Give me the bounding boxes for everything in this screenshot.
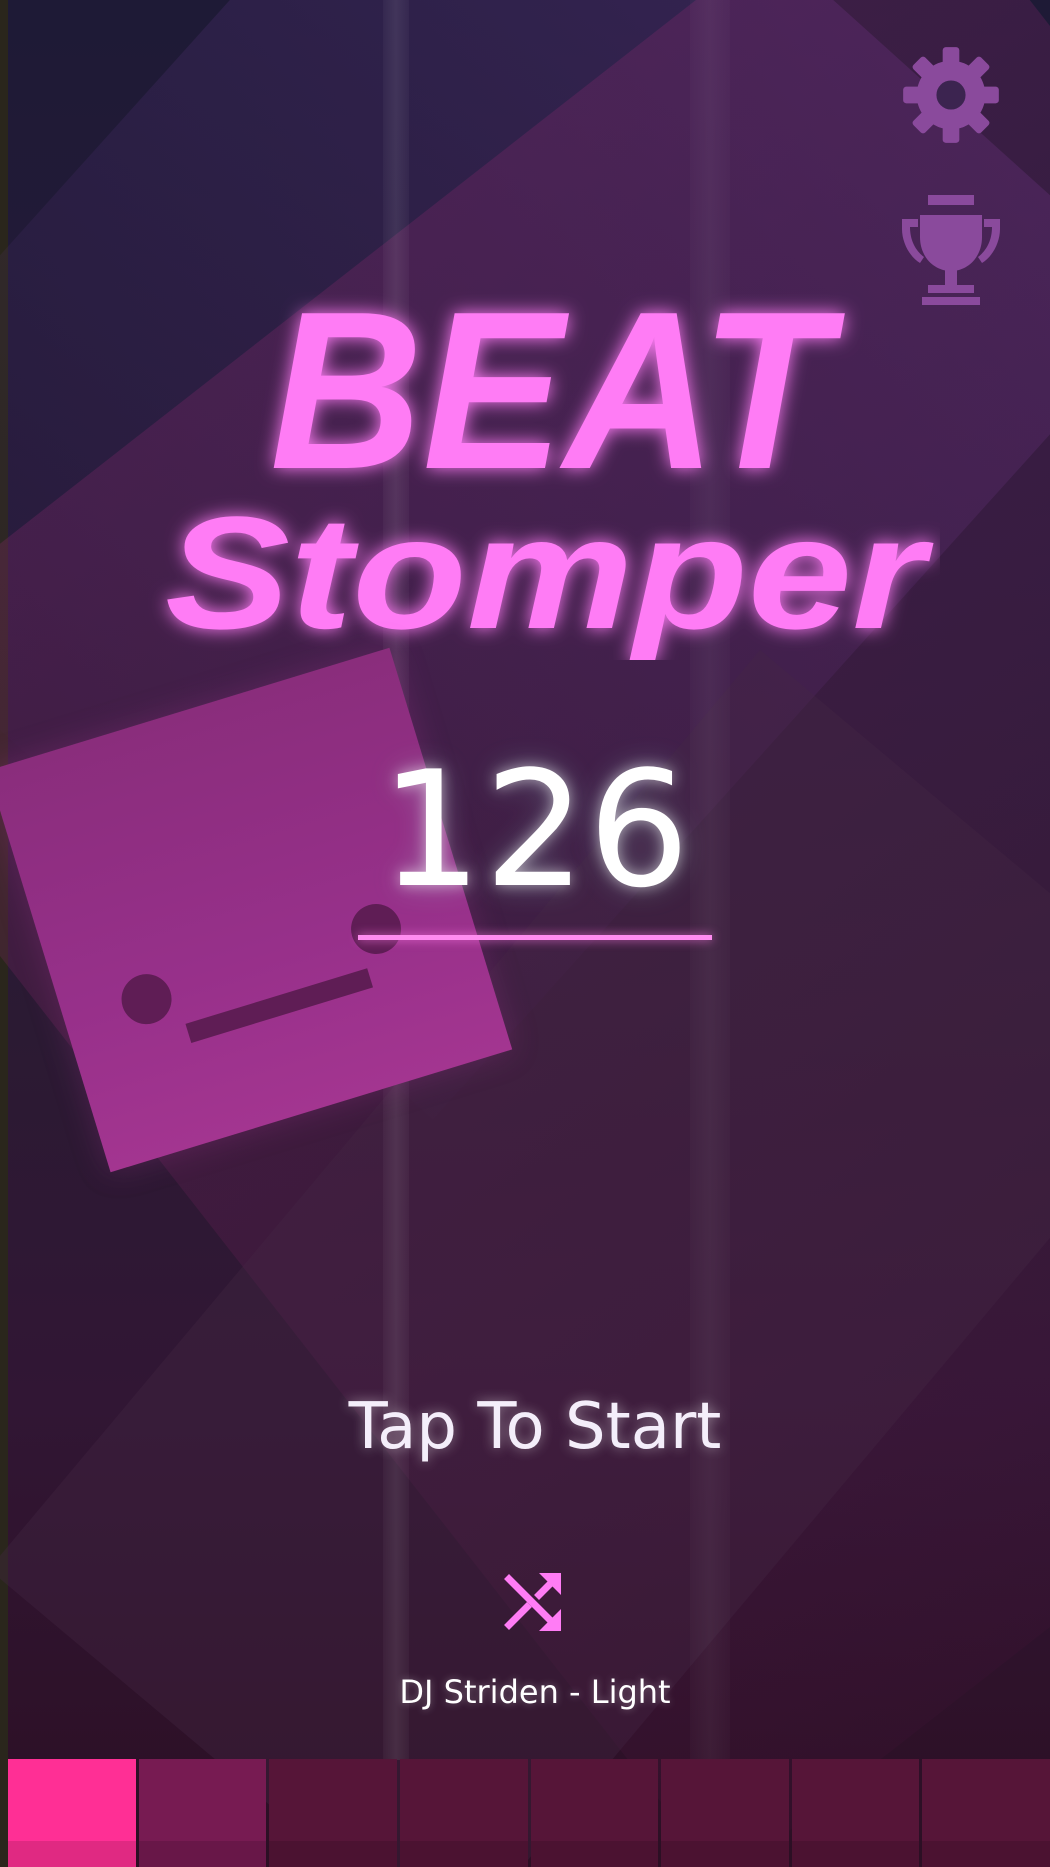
progress-segment [922,1759,1050,1867]
cube-eye-left [115,967,178,1031]
shuffle-button[interactable] [498,1570,572,1636]
title-line-stomper: Stomper [165,483,934,660]
score-display: 126 [380,736,692,923]
score-underline [358,935,712,940]
cube-mouth [185,968,374,1043]
progress-segment [269,1759,397,1867]
title-line-beat: BEAT [270,270,846,516]
settings-button[interactable] [896,40,1006,150]
level-progress-bar [8,1759,1050,1867]
progress-segment [399,1759,528,1867]
progress-segment [8,1759,136,1867]
gear-icon [903,47,999,143]
progress-segment [530,1759,659,1867]
tap-to-start-prompt[interactable]: Tap To Start [200,1390,870,1464]
progress-segment [138,1759,267,1867]
song-title: DJ Striden - Light [399,1673,671,1711]
game-title-logo: BEAT Stomper [165,270,934,660]
progress-segment [661,1759,789,1867]
game-screen[interactable]: BEAT Stomper 126 Tap To Start DJ Striden… [0,0,1050,1867]
shuffle-icon [504,1573,561,1631]
screen-edge [0,0,8,1867]
progress-segment [791,1759,920,1867]
